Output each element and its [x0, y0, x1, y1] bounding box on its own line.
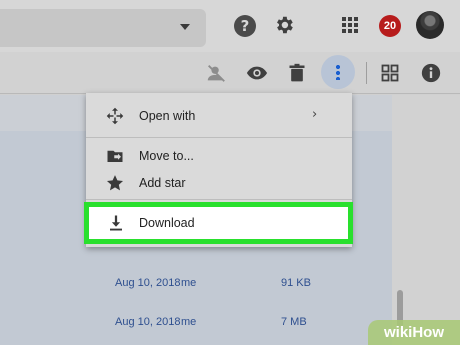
search-options-caret-icon[interactable]	[180, 24, 190, 30]
star-icon	[106, 174, 124, 192]
menu-item-move-to[interactable]: Move to...	[86, 144, 352, 168]
trash-icon[interactable]	[286, 62, 308, 84]
preview-eye-icon[interactable]	[246, 62, 268, 84]
folder-move-icon	[106, 147, 124, 165]
top-header: ? 20	[0, 0, 460, 52]
file-modified-date: Aug 10, 2018	[115, 277, 181, 289]
gear-icon[interactable]	[272, 13, 296, 37]
search-bar[interactable]	[0, 9, 206, 47]
file-size: 7 MB	[281, 316, 307, 328]
file-toolbar	[0, 52, 460, 94]
menu-item-add-star[interactable]: Add star	[86, 171, 352, 195]
download-icon	[107, 214, 125, 232]
table-row[interactable]: Aug 10, 2018 me 91 KB	[0, 266, 392, 302]
apps-grid-icon[interactable]	[342, 17, 358, 33]
info-icon[interactable]	[420, 62, 442, 84]
menu-item-download[interactable]: Download	[84, 202, 353, 244]
file-size: 91 KB	[281, 277, 311, 289]
file-modified-date: Aug 10, 2018	[115, 316, 181, 328]
toolbar-divider	[366, 62, 367, 84]
watermark-logo: wiki How	[368, 320, 460, 345]
menu-divider	[86, 137, 352, 138]
move-arrows-icon	[106, 107, 124, 125]
help-icon[interactable]: ?	[234, 15, 256, 37]
menu-item-label: Open with	[139, 109, 196, 123]
notifications-badge[interactable]: 20	[379, 15, 401, 37]
menu-divider	[86, 199, 352, 200]
grid-view-icon[interactable]	[379, 62, 401, 84]
menu-item-open-with[interactable]: Open with ›	[86, 104, 352, 128]
file-owner: me	[181, 277, 197, 289]
file-owner: me	[181, 316, 197, 328]
menu-item-label: Move to...	[139, 149, 194, 163]
menu-item-label: Download	[139, 216, 195, 230]
more-vertical-icon[interactable]	[321, 55, 355, 89]
chevron-right-icon: ›	[312, 107, 318, 122]
more-dots	[336, 64, 340, 80]
share-person-off-icon[interactable]	[205, 62, 227, 84]
avatar[interactable]	[416, 11, 444, 39]
table-row[interactable]: Aug 10, 2018 me 7 MB	[0, 305, 392, 341]
menu-item-label: Add star	[139, 176, 186, 190]
